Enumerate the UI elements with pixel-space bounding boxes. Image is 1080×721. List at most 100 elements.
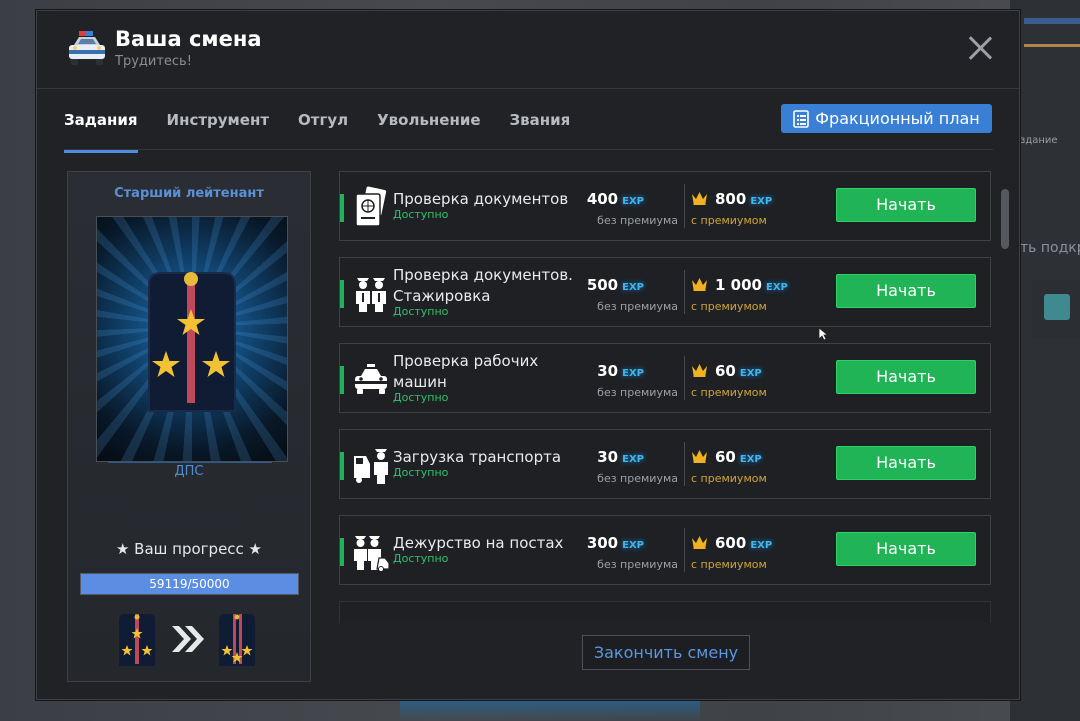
background-hud-strip xyxy=(1010,0,1080,721)
crown-icon xyxy=(692,450,707,463)
task-list-scrollbar[interactable] xyxy=(1001,189,1009,249)
progress-bar: 59119/50000 xyxy=(80,573,299,595)
task-card: Проверка рабочих машин Доступно 30 EXP бе… xyxy=(339,343,991,413)
status-accent xyxy=(340,538,344,566)
task-card: Загрузка транспорта Доступно 30 EXP без п… xyxy=(339,429,991,499)
premium-reward: 1 000 EXP xyxy=(715,276,788,294)
task-card: Проверка документов. Стажировка Доступно… xyxy=(339,257,991,327)
task-name: Проверка документов xyxy=(393,190,569,208)
faction-plan-label: Фракционный план xyxy=(815,109,980,128)
start-task-button[interactable]: Начать xyxy=(836,532,976,566)
crown-icon xyxy=(692,364,707,377)
progress-text: 59119/50000 xyxy=(149,577,230,591)
premium-reward-label: с премиумом xyxy=(691,558,767,571)
task-card: Проверка документов Доступно 400 EXP без … xyxy=(339,171,991,241)
task-name: Загрузка транспорта xyxy=(393,448,562,466)
close-icon[interactable] xyxy=(967,35,993,61)
start-task-button[interactable]: Начать xyxy=(836,188,976,222)
crown-icon xyxy=(692,278,707,291)
premium-reward-label: с премиумом xyxy=(691,300,767,313)
premium-reward: 800 EXP xyxy=(715,190,773,208)
base-reward-label: без премиума xyxy=(597,386,678,399)
task-status: Доступно xyxy=(393,305,449,318)
window-title: Ваша смена xyxy=(115,27,262,51)
base-reward: 400 EXP xyxy=(586,190,644,208)
rank-department: ДПС xyxy=(174,464,204,479)
premium-reward-label: с премиумом xyxy=(691,386,767,399)
task-name: Проверка рабочих машин xyxy=(393,352,539,391)
rank-upgrade-preview xyxy=(116,612,266,668)
start-task-button[interactable]: Начать xyxy=(836,360,976,394)
base-reward-label: без премиума xyxy=(597,558,678,571)
premium-reward: 60 EXP xyxy=(715,362,762,380)
loading-officer-icon xyxy=(354,449,388,484)
reward-divider xyxy=(684,270,685,314)
base-reward: 500 EXP xyxy=(586,276,644,294)
reward-divider xyxy=(684,356,685,400)
task-status: Доступно xyxy=(393,466,449,479)
tab-bar: Задания Инструмент Отгул Увольнение Зван… xyxy=(64,111,599,153)
tab-ranks[interactable]: Звания xyxy=(510,111,571,151)
background-glow xyxy=(400,700,700,721)
task-name: Проверка документов. Стажировка xyxy=(393,266,573,305)
premium-reward-label: с премиумом xyxy=(691,214,767,227)
officers-icon xyxy=(356,278,386,312)
double-chevron-right-icon xyxy=(172,626,204,652)
task-card: Дежурство на постах Доступно 300 EXP без … xyxy=(339,515,991,585)
faction-plan-button[interactable]: Фракционный план xyxy=(781,104,992,133)
task-status: Доступно xyxy=(393,208,449,221)
status-accent xyxy=(340,280,344,308)
tabs-divider xyxy=(64,149,993,150)
status-accent xyxy=(340,366,344,394)
tab-leave[interactable]: Отгул xyxy=(298,111,348,151)
current-rank-icon xyxy=(119,614,155,666)
rank-title: Старший лейтенант xyxy=(114,186,264,201)
reward-divider xyxy=(684,442,685,486)
shoulder-strap-icon xyxy=(148,272,236,412)
mouse-cursor-icon xyxy=(818,327,828,341)
status-accent xyxy=(340,194,344,222)
crown-icon xyxy=(692,536,707,549)
task-card-partial xyxy=(339,601,991,623)
document-list-icon xyxy=(793,109,810,128)
base-reward: 300 EXP xyxy=(586,534,644,552)
rank-card: Старший лейтенант ДПС ★ Ваш прогресс ★ 5… xyxy=(67,171,311,682)
rank-divider xyxy=(108,462,272,463)
background-text: ть подкр xyxy=(1020,240,1080,256)
tab-tasks[interactable]: Задания xyxy=(64,111,138,153)
premium-reward-label: с премиумом xyxy=(691,472,767,485)
task-status: Доступно xyxy=(393,391,449,404)
tab-tools[interactable]: Инструмент xyxy=(167,111,270,151)
crown-icon xyxy=(692,192,707,205)
base-reward-label: без премиума xyxy=(597,214,678,227)
police-car-icon xyxy=(355,364,387,394)
next-rank-icon xyxy=(219,614,255,666)
premium-reward: 60 EXP xyxy=(715,448,762,466)
rank-insignia-image xyxy=(96,216,288,462)
reward-divider xyxy=(684,184,685,228)
task-status: Доступно xyxy=(393,552,449,565)
tab-dismissal[interactable]: Увольнение xyxy=(377,111,480,151)
passport-icon xyxy=(355,186,387,227)
base-reward: 30 EXP xyxy=(597,448,644,466)
shift-window: Ваша смена Трудитесь! Задания Инструмент… xyxy=(36,10,1020,700)
window-subtitle: Трудитесь! xyxy=(115,54,192,69)
window-header: Ваша смена Трудитесь! xyxy=(37,11,1019,89)
calendar-icon xyxy=(1032,280,1080,338)
start-task-button[interactable]: Начать xyxy=(836,446,976,480)
end-shift-button[interactable]: Закончить смену xyxy=(582,635,750,670)
task-name: Дежурство на постах xyxy=(393,534,564,552)
base-reward: 30 EXP xyxy=(597,362,644,380)
progress-label: ★ Ваш прогресс ★ xyxy=(115,540,263,558)
police-car-icon xyxy=(69,31,105,65)
background-bar xyxy=(1024,18,1080,24)
post-duty-icon xyxy=(354,536,390,572)
base-reward-label: без премиума xyxy=(597,472,678,485)
base-reward-label: без премиума xyxy=(597,300,678,313)
status-accent xyxy=(340,452,344,480)
task-list[interactable]: Проверка документов Доступно 400 EXP без … xyxy=(339,171,993,623)
background-text: здание xyxy=(1020,135,1058,146)
background-bar xyxy=(1024,44,1080,47)
start-task-button[interactable]: Начать xyxy=(836,274,976,308)
reward-divider xyxy=(684,528,685,572)
